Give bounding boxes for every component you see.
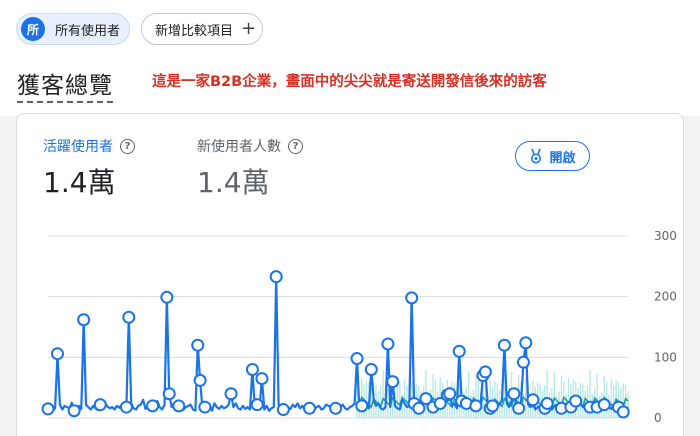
all-users-label: 所有使用者 <box>55 23 121 39</box>
users-line-chart: 0 100 200 300 <box>41 229 677 425</box>
data-point <box>269 270 283 284</box>
metric-value: 1.4萬 <box>197 166 270 199</box>
data-point <box>224 387 238 401</box>
data-point <box>276 403 290 417</box>
page-header: 獲客總覽 這是一家B2B企業，畫面中的尖尖就是寄送開發信後來的訪客 <box>0 56 700 116</box>
data-point <box>412 401 426 415</box>
y-tick-label: 300 <box>654 229 677 243</box>
data-point <box>405 291 419 305</box>
data-point <box>443 387 457 401</box>
data-point <box>516 355 530 369</box>
data-point <box>540 396 554 410</box>
metric-active-users[interactable]: 活躍使用者 ? 1.4萬 <box>43 136 135 201</box>
data-point <box>41 402 55 416</box>
data-point <box>478 365 492 379</box>
data-point <box>616 405 630 419</box>
data-point <box>77 313 91 327</box>
insights-button[interactable]: 開啟 <box>515 141 590 171</box>
data-point <box>526 393 540 407</box>
help-icon[interactable]: ? <box>120 138 135 154</box>
data-point <box>569 394 583 408</box>
data-point <box>193 373 207 387</box>
data-point <box>191 338 205 352</box>
y-tick-label: 0 <box>654 411 662 425</box>
data-point <box>364 362 378 376</box>
data-point <box>160 290 174 304</box>
data-point <box>51 347 65 361</box>
metric-value: 1.4萬 <box>43 166 116 199</box>
data-point <box>146 399 160 413</box>
data-point <box>162 387 176 401</box>
data-point <box>93 398 107 412</box>
data-point <box>386 375 400 389</box>
data-point <box>597 398 611 412</box>
data-point <box>255 372 269 386</box>
data-point <box>198 400 212 414</box>
data-point <box>350 352 364 366</box>
data-point <box>497 338 511 352</box>
data-point <box>245 362 259 376</box>
insights-button-label: 開啟 <box>549 150 576 166</box>
y-tick-label: 100 <box>654 350 677 364</box>
data-point <box>250 398 264 412</box>
y-tick-label: 200 <box>654 290 677 304</box>
data-point <box>486 399 500 413</box>
metric-label: 活躍使用者 <box>43 139 113 155</box>
data-point <box>122 310 136 324</box>
data-point <box>119 400 133 414</box>
data-point <box>519 336 533 350</box>
metric-label: 新使用者人數 <box>197 139 281 155</box>
plus-icon: + <box>241 18 257 39</box>
help-icon[interactable]: ? <box>288 138 303 154</box>
data-point <box>355 399 369 413</box>
data-point <box>469 399 483 413</box>
data-point <box>172 399 186 413</box>
insights-badge-icon <box>531 148 542 164</box>
add-comparison-chip[interactable]: 新增比較項目 + <box>141 13 263 45</box>
annotation-text: 這是一家B2B企業，畫面中的尖尖就是寄送開發信後來的訪客 <box>152 74 547 90</box>
data-point <box>512 401 526 415</box>
filter-bar: 所 所有使用者 新增比較項目 + <box>0 0 700 56</box>
data-point <box>507 387 521 401</box>
page-title[interactable]: 獲客總覽 <box>17 66 113 103</box>
data-point <box>452 344 466 358</box>
data-point <box>67 404 81 418</box>
data-point <box>381 337 395 351</box>
add-comparison-label: 新增比較項目 <box>155 23 234 39</box>
all-users-chip[interactable]: 所 所有使用者 <box>16 13 130 45</box>
data-point <box>302 401 316 415</box>
data-point <box>329 401 343 415</box>
metric-new-users[interactable]: 新使用者人數 ? 1.4萬 <box>197 136 303 201</box>
segment-badge-icon: 所 <box>21 17 45 41</box>
